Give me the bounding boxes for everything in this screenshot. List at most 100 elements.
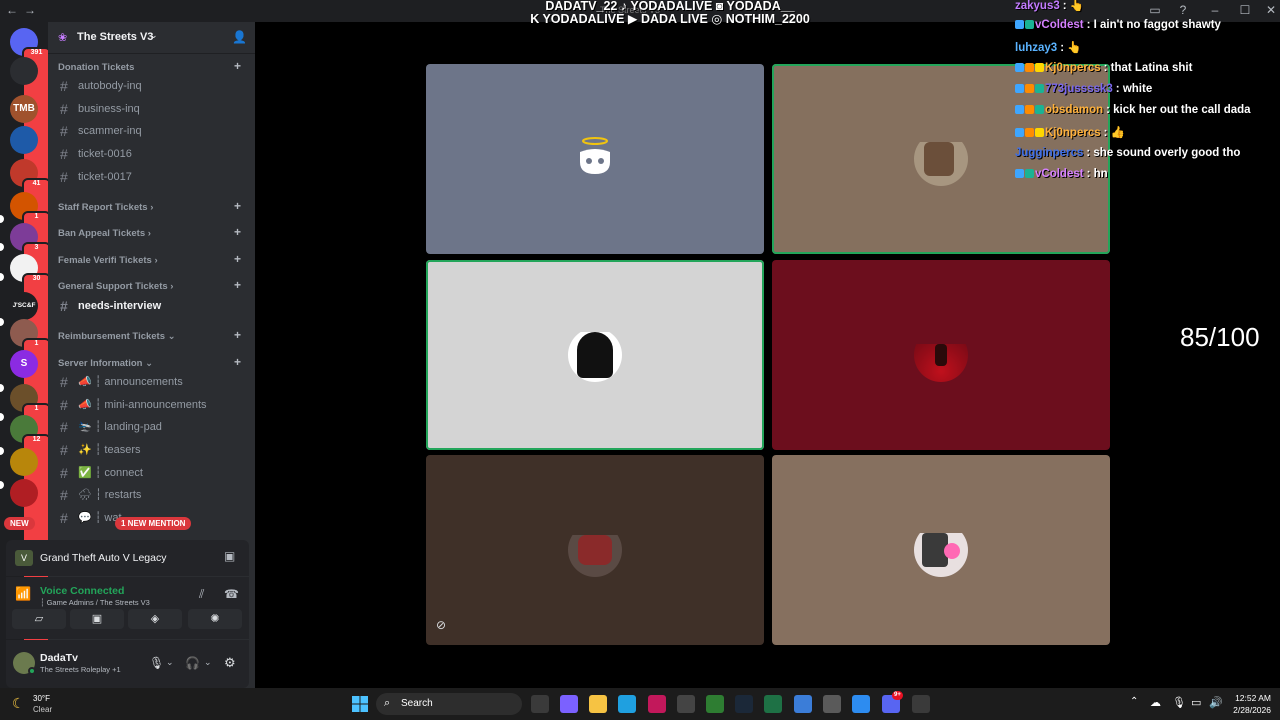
file-explorer-task-view-icon[interactable] [531,695,549,713]
voice-status[interactable]: Voice Connected [40,585,124,597]
add-channel-plus-icon[interactable]: + [234,328,241,342]
add-channel-plus-icon[interactable]: + [234,278,241,292]
server-icon-gold-server[interactable] [10,448,38,476]
screen-share-button[interactable]: ▣ [70,609,124,629]
server-icon-tmb[interactable]: TMB [10,95,38,123]
volume-icon[interactable]: 🔊 [1209,696,1223,709]
channel-item[interactable]: # 📣 ┆ mini-announcements [56,395,246,415]
server-header[interactable]: ❀ The Streets V3 ⌄ 👤 [48,22,255,54]
signal-strength-icon[interactable]: 📶 [15,586,31,602]
channel-item[interactable]: # 📣 ┆ announcements [56,372,246,392]
tile-user-6[interactable] [772,455,1110,645]
channel-item[interactable]: # ✨ ┆ teasers [56,440,246,460]
new-mention-badge[interactable]: 1 NEW MENTION [115,517,192,530]
claude-icon[interactable] [677,695,695,713]
server-icon-blue-orb[interactable] [10,126,38,154]
inbox-icon[interactable]: ▭ [1147,3,1163,17]
channel-item[interactable]: # 🛬 ┆ landing-pad [56,417,246,437]
activities-button[interactable]: ◈ [128,609,182,629]
server-icon-hourglass[interactable] [10,57,38,85]
add-channel-plus-icon[interactable]: + [234,199,241,213]
chat-badge-icon [1015,63,1024,72]
channel-item[interactable]: # ticket-0017 [56,167,246,187]
app-excel-icon[interactable] [764,695,782,713]
add-channel-plus-icon[interactable]: + [234,59,241,73]
notepad-icon[interactable] [794,695,812,713]
onedrive-icon[interactable]: ☁ [1150,696,1161,709]
close-button[interactable]: ✕ [1263,3,1279,17]
tile-user-4[interactable] [772,260,1110,450]
show-hidden-icons-chevron[interactable]: ⌃ [1130,696,1138,707]
photos-icon[interactable] [852,695,870,713]
chat-text: : white [1115,83,1153,95]
channel-item[interactable]: # autobody-inq [56,76,246,96]
microphone-icon[interactable]: 🎙 [149,656,164,670]
add-channel-plus-icon[interactable]: + [234,225,241,239]
taskbar-search-box[interactable]: ⌕ Search [376,693,522,715]
start-windows-icon[interactable] [352,696,368,712]
tile-user-3[interactable] [426,260,764,450]
server-icon-red-ring[interactable] [10,479,38,507]
add-channel-plus-icon[interactable]: + [234,252,241,266]
steam-icon[interactable] [735,695,753,713]
mic-options-chevron-icon[interactable]: ⌄ [166,657,174,668]
channel-item[interactable]: # ✅ ┆ connect [56,463,246,483]
taskbar-time[interactable]: 12:52 AM [1231,693,1271,703]
weather-desc[interactable]: Clear [33,705,52,714]
channel-item[interactable]: # 🌧 ┆ restarts [56,485,246,505]
category-header[interactable]: General Support Tickets › + [58,278,241,292]
tile-user-5[interactable] [426,455,764,645]
category-label: Donation Tickets [58,62,135,73]
new-badge[interactable]: NEW [4,517,35,530]
stream-game-icon[interactable]: ▣ [224,549,235,563]
audio-options-chevron-icon[interactable]: ⌄ [204,657,212,668]
participant-avatar [568,523,622,577]
username[interactable]: DadaTv [40,652,78,664]
voice-location[interactable]: ┆ Game Admins / The Streets V3 [40,598,150,607]
help-icon[interactable]: ? [1175,3,1191,17]
category-header[interactable]: Donation Tickets + [58,59,241,73]
category-header[interactable]: Ban Appeal Tickets › + [58,225,241,239]
hash-channel-icon: # [60,123,68,139]
copilot-icon[interactable] [560,695,578,713]
category-header[interactable]: Staff Report Tickets › + [58,199,241,213]
tile-discord-default[interactable] [426,64,764,254]
headphones-icon[interactable]: 🎧 [185,656,200,670]
weather-temp[interactable]: 30°F [33,694,50,703]
maximize-button[interactable]: ☐ [1237,3,1253,17]
server-icon-jscf[interactable]: J'SC&F [10,292,38,320]
noise-suppression-icon[interactable]: ⫽ [199,587,204,602]
channel-item[interactable]: # needs-interview [56,296,246,316]
affinity-icon[interactable] [648,695,666,713]
minimize-button[interactable]: – [1207,3,1223,17]
unread-indicator [0,384,4,392]
add-channel-plus-icon[interactable]: + [234,355,241,369]
mic-tray-icon[interactable]: 🎙 [1172,696,1186,709]
channel-item[interactable]: # scammer-inq [56,121,246,141]
network-icon[interactable]: ▭ [1191,696,1201,709]
camera-button[interactable]: ▱ [12,609,66,629]
chrome-like-icon[interactable] [912,695,930,713]
disconnect-icon[interactable]: ☎ [224,587,239,601]
channel-item[interactable]: # ticket-0016 [56,144,246,164]
weather-moon-icon[interactable]: ☾ [12,695,25,712]
app-green-icon[interactable] [706,695,724,713]
server-icon-s-logo[interactable]: S [10,350,38,378]
settings-icon[interactable] [823,695,841,713]
soundboard-button[interactable]: ✺ [188,609,242,629]
back-arrow-icon[interactable]: ← [4,3,20,17]
forward-arrow-icon[interactable]: → [22,3,38,17]
settings-gear-icon[interactable]: ⚙ [224,655,236,671]
invite-people-icon[interactable]: 👤 [232,30,247,44]
category-header[interactable]: Server Information ⌄ + [58,355,241,369]
chat-badge-icon [1035,84,1044,93]
channel-item[interactable]: # business-inq [56,99,246,119]
category-header[interactable]: Reimbursement Tickets ⌄ + [58,328,241,342]
chat-username: 773jussssk3 [1045,83,1113,95]
taskbar-date[interactable]: 2/28/2026 [1226,705,1271,715]
category-header[interactable]: Female Verifi Tickets › + [58,252,241,266]
channel-label: 📣 ┆ announcements [78,376,183,388]
edge-icon[interactable] [618,695,636,713]
folder-icon[interactable] [589,695,607,713]
category-label: Female Verifi Tickets › [58,255,158,266]
